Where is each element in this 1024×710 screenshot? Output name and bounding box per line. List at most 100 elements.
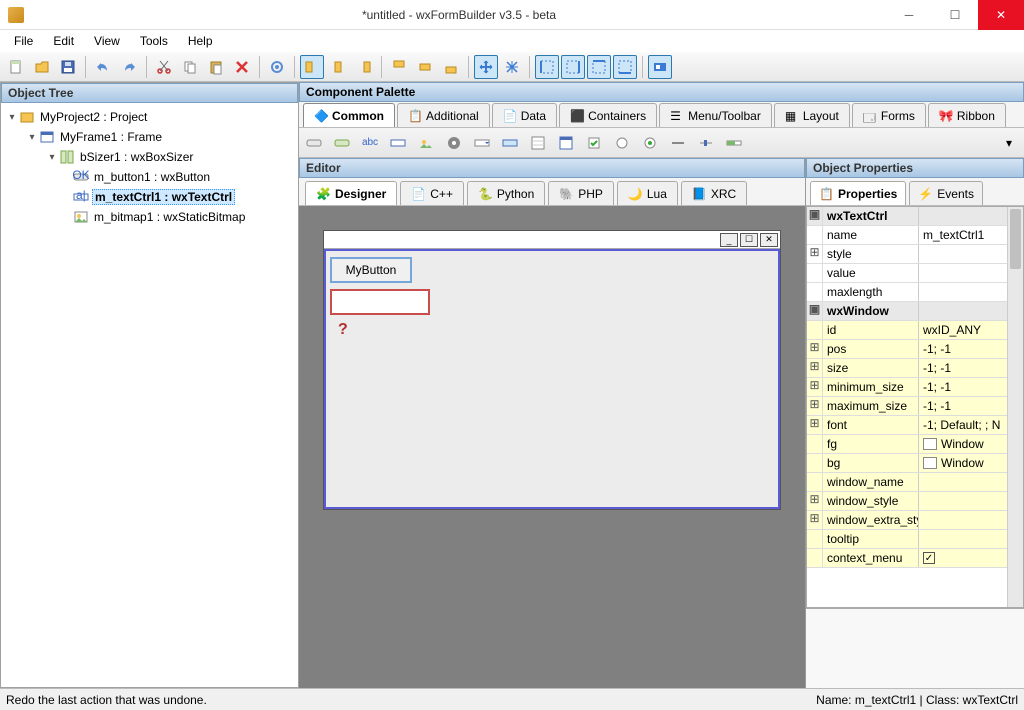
prop-row-value[interactable]: value bbox=[807, 264, 1007, 283]
align-center-h-icon[interactable] bbox=[326, 55, 350, 79]
tree-item-sizer[interactable]: ▾ bSizer1 : wxBoxSizer bbox=[3, 147, 296, 167]
undo-icon[interactable] bbox=[91, 55, 115, 79]
prop-row-name[interactable]: namem_textCtrl1 bbox=[807, 226, 1007, 245]
prop-row-tooltip[interactable]: tooltip bbox=[807, 530, 1007, 549]
palette-tab-forms[interactable]: 🗔Forms bbox=[852, 103, 926, 127]
palette-tab-containers[interactable]: ⬛Containers bbox=[559, 103, 657, 127]
cut-icon[interactable] bbox=[152, 55, 176, 79]
prop-row-context-menu[interactable]: context_menu✓ bbox=[807, 549, 1007, 568]
comp-radio-off-icon[interactable] bbox=[611, 132, 633, 154]
comp-slider-icon[interactable] bbox=[695, 132, 717, 154]
paste-icon[interactable] bbox=[204, 55, 228, 79]
border-top-icon[interactable] bbox=[587, 55, 611, 79]
expand-icon[interactable] bbox=[474, 55, 498, 79]
prop-row-size[interactable]: ⊞size-1; -1 bbox=[807, 359, 1007, 378]
props-tab-events[interactable]: ⚡Events bbox=[909, 181, 983, 205]
align-center-v-icon[interactable] bbox=[413, 55, 437, 79]
menu-tools[interactable]: Tools bbox=[130, 32, 178, 50]
minimize-button[interactable]: ─ bbox=[886, 0, 932, 30]
tree-item-frame[interactable]: ▾ MyFrame1 : Frame bbox=[3, 127, 296, 147]
object-tree[interactable]: ▾ MyProject2 : Project ▾ MyFrame1 : Fram… bbox=[1, 103, 298, 231]
tree-item-bitmap[interactable]: m_bitmap1 : wxStaticBitmap bbox=[3, 207, 296, 227]
prop-row-window-name[interactable]: window_name bbox=[807, 473, 1007, 492]
tree-item-project[interactable]: ▾ MyProject2 : Project bbox=[3, 107, 296, 127]
copy-icon[interactable] bbox=[178, 55, 202, 79]
menu-edit[interactable]: Edit bbox=[43, 32, 84, 50]
comp-bitmap-icon[interactable] bbox=[415, 132, 437, 154]
editor-tab-python[interactable]: 🐍Python bbox=[467, 181, 545, 205]
align-top-icon[interactable] bbox=[387, 55, 411, 79]
palette-tab-additional[interactable]: 📋Additional bbox=[397, 103, 490, 127]
prop-row-pos[interactable]: ⊞pos-1; -1 bbox=[807, 340, 1007, 359]
tree-item-button[interactable]: OK m_button1 : wxButton bbox=[3, 167, 296, 187]
palette-tab-layout[interactable]: ▦Layout bbox=[774, 103, 850, 127]
stretch-icon[interactable] bbox=[500, 55, 524, 79]
prop-row-style[interactable]: ⊞style bbox=[807, 245, 1007, 264]
editor-tab-php[interactable]: 🐘PHP bbox=[548, 181, 614, 205]
palette-tab-ribbon[interactable]: 🎀Ribbon bbox=[928, 103, 1006, 127]
props-tab-properties[interactable]: 📋Properties bbox=[810, 181, 906, 205]
menu-help[interactable]: Help bbox=[178, 32, 223, 50]
delete-icon[interactable] bbox=[230, 55, 254, 79]
new-file-icon[interactable] bbox=[4, 55, 28, 79]
prop-row-font[interactable]: ⊞font-1; Default; ; N bbox=[807, 416, 1007, 435]
scrollbar[interactable] bbox=[1007, 207, 1023, 607]
frame-max-icon[interactable]: ☐ bbox=[740, 233, 758, 247]
comp-textctrl-icon[interactable] bbox=[387, 132, 409, 154]
prop-row-id[interactable]: idwxID_ANY bbox=[807, 321, 1007, 340]
designer-button[interactable]: MyButton bbox=[330, 257, 412, 283]
comp-choice-icon[interactable] bbox=[499, 132, 521, 154]
open-file-icon[interactable] bbox=[30, 55, 54, 79]
prop-row-window-style[interactable]: ⊞window_style bbox=[807, 492, 1007, 511]
comp-static-text-icon[interactable]: abc bbox=[359, 132, 381, 154]
palette-tab-data[interactable]: 📄Data bbox=[492, 103, 557, 127]
toggle-option-icon[interactable] bbox=[648, 55, 672, 79]
comp-bitmap-button-icon[interactable] bbox=[331, 132, 353, 154]
close-button[interactable]: ✕ bbox=[978, 0, 1024, 30]
menu-file[interactable]: File bbox=[4, 32, 43, 50]
designer-textctrl[interactable] bbox=[330, 289, 430, 315]
comp-line-icon[interactable] bbox=[667, 132, 689, 154]
comp-button-icon[interactable] bbox=[303, 132, 325, 154]
comp-animation-icon[interactable] bbox=[443, 132, 465, 154]
designer-frame-body[interactable]: MyButton ? bbox=[324, 249, 780, 509]
prop-row-fg[interactable]: fgWindow bbox=[807, 435, 1007, 454]
border-right-icon[interactable] bbox=[561, 55, 585, 79]
palette-tab-menutoolbar[interactable]: ☰Menu/Toolbar bbox=[659, 103, 772, 127]
prop-row-minimum-size[interactable]: ⊞minimum_size-1; -1 bbox=[807, 378, 1007, 397]
comp-listbox-icon[interactable] bbox=[527, 132, 549, 154]
comp-listctrl-icon[interactable] bbox=[555, 132, 577, 154]
border-bottom-icon[interactable] bbox=[613, 55, 637, 79]
border-left-icon[interactable] bbox=[535, 55, 559, 79]
designer-canvas[interactable]: _ ☐ ✕ MyButton ? bbox=[299, 206, 805, 688]
prop-row-maxlength[interactable]: maxlength bbox=[807, 283, 1007, 302]
scrollbar-thumb[interactable] bbox=[1010, 209, 1021, 269]
designer-bitmap-placeholder-icon[interactable]: ? bbox=[338, 321, 778, 339]
redo-icon[interactable] bbox=[117, 55, 141, 79]
checkbox-icon[interactable]: ✓ bbox=[923, 552, 935, 564]
comp-checkbox-icon[interactable] bbox=[583, 132, 605, 154]
align-right-icon[interactable] bbox=[352, 55, 376, 79]
frame-close-icon[interactable]: ✕ bbox=[760, 233, 778, 247]
editor-tab-xrc[interactable]: 📘XRC bbox=[681, 181, 747, 205]
palette-more-icon[interactable]: ▾ bbox=[998, 132, 1020, 154]
prop-row-window-extra-style[interactable]: ⊞window_extra_style bbox=[807, 511, 1007, 530]
property-grid[interactable]: ▣wxTextCtrl namem_textCtrl1 ⊞style value… bbox=[806, 206, 1024, 608]
comp-combo-icon[interactable] bbox=[471, 132, 493, 154]
prop-row-bg[interactable]: bgWindow bbox=[807, 454, 1007, 473]
comp-radio-on-icon[interactable] bbox=[639, 132, 661, 154]
tree-item-textctrl[interactable]: a| m_textCtrl1 : wxTextCtrl bbox=[3, 187, 296, 207]
editor-tab-lua[interactable]: 🌙Lua bbox=[617, 181, 678, 205]
prop-row-maximum-size[interactable]: ⊞maximum_size-1; -1 bbox=[807, 397, 1007, 416]
align-left-icon[interactable] bbox=[300, 55, 324, 79]
save-file-icon[interactable] bbox=[56, 55, 80, 79]
align-bottom-icon[interactable] bbox=[439, 55, 463, 79]
frame-min-icon[interactable]: _ bbox=[720, 233, 738, 247]
settings-icon[interactable] bbox=[265, 55, 289, 79]
maximize-button[interactable]: ☐ bbox=[932, 0, 978, 30]
menu-view[interactable]: View bbox=[84, 32, 130, 50]
comp-gauge-icon[interactable] bbox=[723, 132, 745, 154]
palette-tab-common[interactable]: 🔷Common bbox=[303, 103, 395, 127]
editor-tab-cpp[interactable]: 📄C++ bbox=[400, 181, 464, 205]
designer-frame[interactable]: _ ☐ ✕ MyButton ? bbox=[323, 230, 781, 510]
